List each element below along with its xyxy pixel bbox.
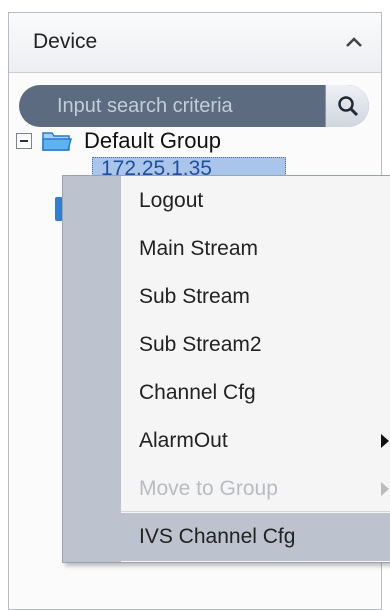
search-input[interactable]	[19, 85, 324, 127]
menu-item-logout[interactable]: Logout	[121, 177, 390, 225]
menu-item-label: Main Stream	[139, 237, 259, 260]
menu-item-label: Channel Cfg	[139, 381, 256, 404]
panel-header: Device	[9, 13, 381, 73]
menu-item-channel-cfg[interactable]: Channel Cfg	[121, 369, 390, 417]
menu-item-label: Sub Stream	[139, 285, 250, 308]
menu-item-alarmout[interactable]: AlarmOut	[121, 417, 390, 465]
panel-title: Device	[33, 30, 98, 53]
folder-open-icon	[42, 132, 72, 151]
submenu-arrow-icon	[381, 434, 389, 448]
menu-gutter	[63, 176, 121, 562]
search-box	[19, 85, 369, 127]
chevron-up-icon	[346, 37, 362, 47]
menu-separator	[121, 511, 390, 512]
menu-item-label: AlarmOut	[139, 429, 228, 452]
menu-item-label: IVS Channel Cfg	[139, 525, 296, 548]
collapse-tree-icon[interactable]	[16, 133, 32, 149]
menu-item-label: Sub Stream2	[139, 333, 262, 356]
tree-row-default-group[interactable]: Default Group	[16, 126, 221, 156]
menu-item-label: Logout	[139, 189, 204, 212]
menu-item-move-to-group: Move to Group	[121, 465, 390, 513]
menu-item-label: Move to Group	[139, 477, 278, 500]
menu-item-ivs-channel-cfg[interactable]: IVS Channel Cfg	[121, 513, 390, 561]
menu-item-sub-stream[interactable]: Sub Stream	[121, 273, 390, 321]
search-icon	[337, 96, 358, 117]
collapse-button[interactable]	[341, 31, 367, 53]
search-button[interactable]	[325, 85, 369, 127]
menu-item-sub-stream2[interactable]: Sub Stream2	[121, 321, 390, 369]
menu-item-main-stream[interactable]: Main Stream	[121, 225, 390, 273]
tree-group-label: Default Group	[84, 128, 221, 153]
submenu-arrow-icon	[381, 482, 389, 496]
context-menu: Logout Main Stream Sub Stream Sub Stream…	[62, 175, 390, 563]
